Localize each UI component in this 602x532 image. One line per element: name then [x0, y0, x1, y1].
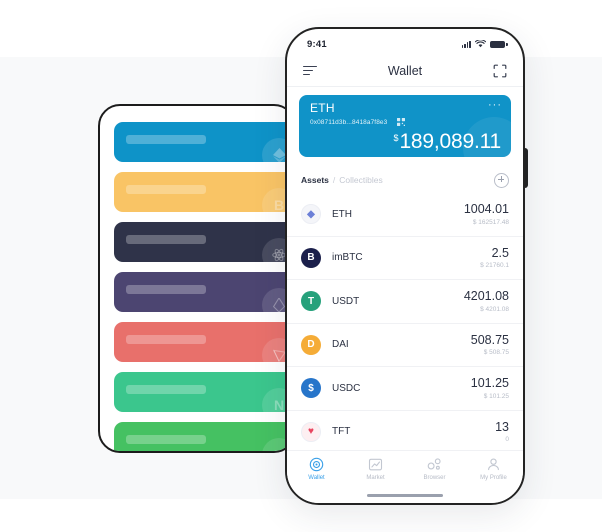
asset-values: 2.5 $ 21760.1	[480, 246, 509, 270]
nav-bar: Wallet	[287, 55, 523, 87]
wallet-address: 0x08711d3b...8418a7f8e3	[310, 119, 388, 126]
token-card-placeholder-bar	[126, 385, 206, 394]
token-card-list: BNBL	[100, 122, 294, 451]
asset-symbol: USDT	[332, 295, 360, 307]
asset-amount: 1004.01	[463, 202, 509, 217]
token-card-placeholder-bar	[126, 135, 206, 144]
asset-list[interactable]: ◆ ETH 1004.01 $ 162517.48 BimBTC 2.5 $ 21760.1…	[287, 193, 523, 451]
status-bar: 9:41	[287, 29, 523, 55]
dai-token-icon: D	[301, 334, 321, 355]
tab-collectibles[interactable]: Collectibles	[339, 175, 382, 185]
token-card-placeholder-bar	[126, 435, 206, 444]
qr-code-icon[interactable]	[397, 118, 405, 126]
tab-my-profile[interactable]: My Profile	[464, 451, 523, 503]
profile-tab-icon	[486, 457, 501, 472]
asset-fiat-value: $ 4201.08	[480, 305, 509, 313]
status-icons	[461, 40, 508, 48]
token-card-placeholder-bar	[126, 185, 206, 194]
token-card-placeholder-bar	[126, 285, 206, 294]
token-card[interactable]	[114, 122, 294, 162]
currency-symbol: $	[393, 133, 399, 143]
status-time: 9:41	[307, 38, 327, 50]
tab-assets[interactable]: Assets	[301, 175, 329, 185]
token-card-placeholder-bar	[126, 235, 206, 244]
asset-row[interactable]: $ USDC 101.25 $ 101.25	[287, 367, 523, 411]
asset-values: 508.75 $ 508.75	[471, 333, 509, 357]
balance-card-symbol: ETH	[310, 101, 335, 115]
add-asset-icon[interactable]	[494, 172, 509, 188]
asset-row[interactable]: D DAI 508.75 $ 508.75	[287, 324, 523, 367]
balance-amount: 189,089.11	[399, 130, 501, 153]
asset-symbol: imBTC	[332, 252, 363, 264]
wallet-tab-icon	[309, 457, 324, 472]
browser-tab-icon	[427, 457, 442, 472]
asset-fiat-value: $ 21760.1	[480, 262, 509, 270]
tab-separator: /	[332, 175, 336, 185]
token-card-stack-phone: BNBL	[98, 104, 296, 453]
tab-label: My Profile	[480, 475, 507, 481]
asset-amount: 2.5	[491, 245, 509, 260]
asset-row[interactable]: T USDT 4201.08 $ 4201.08	[287, 280, 523, 324]
scan-qr-icon[interactable]	[493, 64, 507, 78]
usdc-token-icon: $	[301, 378, 321, 399]
asset-amount: 13	[495, 419, 509, 434]
asset-amount: 101.25	[470, 376, 509, 391]
asset-fiat-value: $ 101.25	[483, 392, 509, 400]
battery-full-icon	[490, 40, 508, 48]
asset-fiat-value: $ 162517.48	[472, 218, 509, 226]
token-card[interactable]: B	[114, 172, 294, 212]
hamburger-menu-icon[interactable]	[303, 65, 317, 76]
tft-token-icon: ♥	[301, 421, 321, 442]
home-indicator	[367, 494, 443, 497]
wallet-phone: 9:41 Wallet ETH 0x08711d3b...8418a7f8e3 …	[285, 27, 525, 505]
token-card[interactable]	[114, 222, 294, 262]
balance-card[interactable]: ETH 0x08711d3b...8418a7f8e3 ··· $ 189,08…	[299, 95, 511, 157]
balance-amount-group: $ 189,089.11	[393, 130, 501, 153]
tab-label: Browser	[423, 475, 446, 481]
asset-symbol: DAI	[332, 339, 349, 351]
imbtc-token-icon: B	[301, 247, 321, 268]
asset-values: 1004.01 $ 162517.48	[464, 202, 509, 226]
market-tab-icon	[368, 457, 383, 472]
asset-symbol: USDC	[332, 382, 361, 394]
tab-label: Wallet	[308, 475, 325, 481]
token-card[interactable]	[114, 272, 294, 312]
scene-background: BNBL 9:41 Wallet	[0, 0, 602, 532]
asset-values: 101.25 $ 101.25	[471, 376, 509, 400]
asset-row[interactable]: ◆ ETH 1004.01 $ 162517.48	[287, 193, 523, 237]
assets-header: Assets / Collectibles	[287, 167, 523, 193]
wifi-icon	[475, 40, 486, 48]
token-card[interactable]: N	[114, 372, 294, 412]
asset-fiat-value: $ 508.75	[483, 349, 509, 357]
tab-wallet[interactable]: Wallet	[287, 451, 346, 503]
asset-values: 13 0	[495, 420, 509, 444]
more-options-icon[interactable]: ···	[488, 100, 502, 111]
asset-symbol: TFT	[332, 426, 351, 438]
usdt-token-icon: T	[301, 291, 321, 312]
token-card-placeholder-bar	[126, 335, 206, 344]
tab-label: Market	[366, 475, 385, 481]
asset-amount: 4201.08	[463, 289, 509, 304]
token-card[interactable]	[114, 322, 294, 362]
asset-row[interactable]: BimBTC 2.5 $ 21760.1	[287, 237, 523, 280]
asset-fiat-value: 0	[505, 436, 509, 444]
token-card[interactable]: B	[114, 422, 294, 451]
asset-row[interactable]: ♥ TFT 13 0	[287, 411, 523, 452]
asset-symbol: ETH	[332, 208, 352, 220]
eth-token-icon: ◆	[301, 204, 321, 225]
asset-values: 4201.08 $ 4201.08	[464, 289, 509, 313]
cellular-signal-icon	[461, 40, 471, 48]
asset-amount: 508.75	[470, 332, 509, 347]
page-title: Wallet	[387, 63, 423, 78]
